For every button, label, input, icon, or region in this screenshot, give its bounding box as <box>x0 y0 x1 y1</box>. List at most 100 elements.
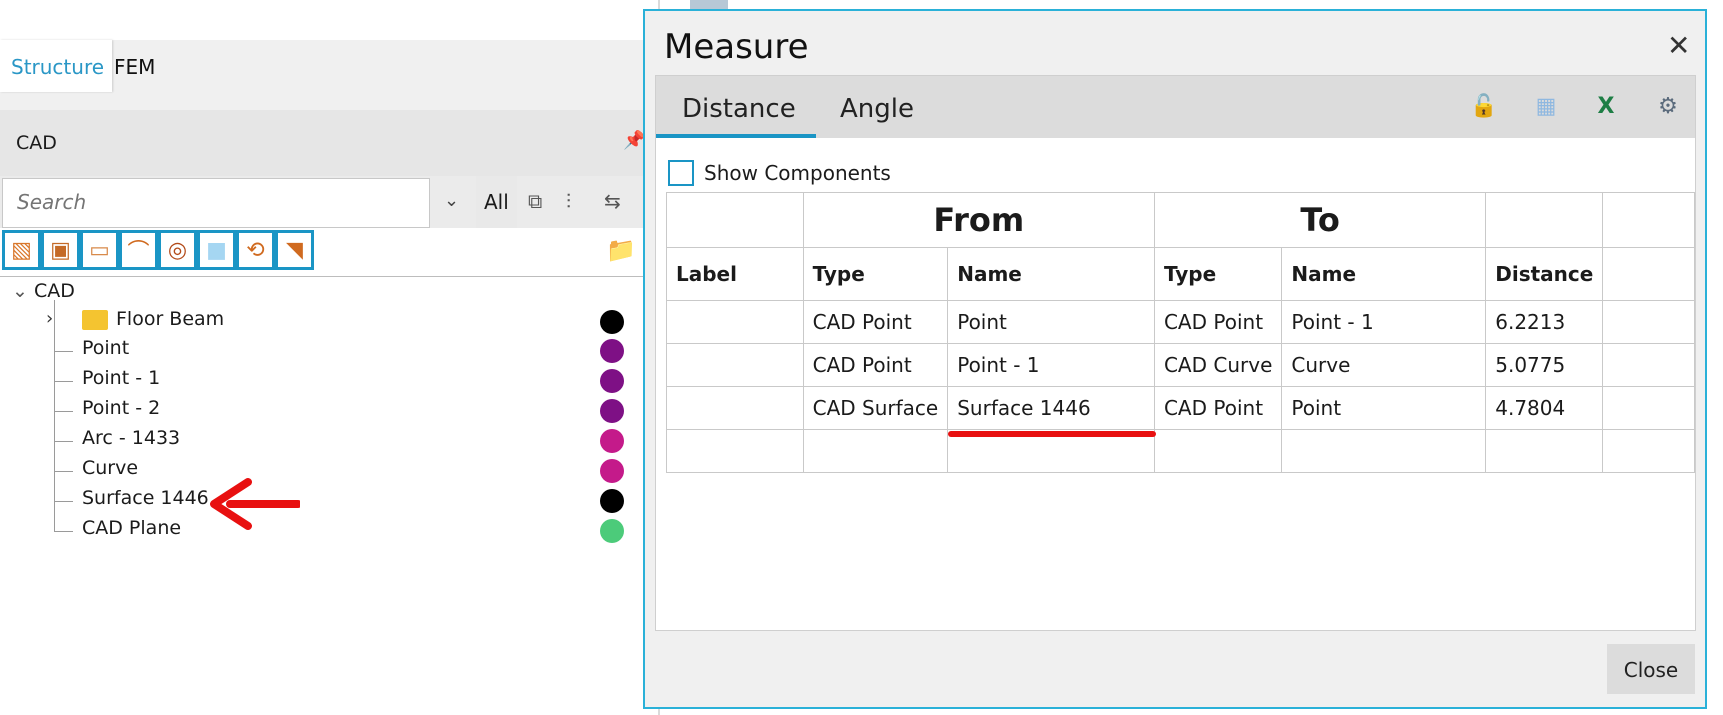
color-swatch[interactable] <box>600 429 624 453</box>
close-button[interactable]: Close <box>1607 644 1695 694</box>
tree-item-curve[interactable]: Curve <box>0 457 650 487</box>
transform-filter-icon[interactable]: ⟲ <box>236 230 275 270</box>
cell-to-type[interactable]: CAD Curve <box>1153 343 1283 387</box>
plane-filter-icon[interactable]: ■ <box>197 230 236 270</box>
collapse-chevron-icon[interactable]: ⌄ <box>12 280 34 302</box>
cell-from-name[interactable]: Point - 1 <box>947 343 1155 387</box>
cell-extra[interactable] <box>1602 429 1695 473</box>
tree-root[interactable]: ⌄ CAD <box>12 280 75 302</box>
col-header-to-type[interactable]: Type <box>1153 247 1283 301</box>
col-header-distance[interactable]: Distance <box>1485 247 1604 301</box>
cell-distance[interactable]: 5.0775 <box>1485 343 1604 387</box>
group-cell-empty <box>1602 192 1695 248</box>
col-header-from-type[interactable]: Type <box>802 247 949 301</box>
cad-type-filter-bar: ▧ ▣ ▭ ⌒ ◎ ■ ⟲ ◥ <box>2 230 314 270</box>
color-swatch[interactable] <box>600 489 624 513</box>
table-row-empty[interactable] <box>666 429 1695 473</box>
show-components-label: Show Components <box>704 161 891 185</box>
tree-item-point-2[interactable]: Point - 2 <box>0 397 650 427</box>
box-filter-icon[interactable]: ▣ <box>41 230 80 270</box>
col-header-from-name[interactable]: Name <box>947 247 1155 301</box>
cell-from-name[interactable]: Point <box>947 300 1155 344</box>
point-filter-icon[interactable]: ◎ <box>158 230 197 270</box>
cell-label[interactable] <box>666 429 804 473</box>
cell-extra[interactable] <box>1602 343 1695 387</box>
chevron-down-icon[interactable]: ⌄ <box>444 190 459 211</box>
collapse-all-icon[interactable]: ⧉ <box>528 189 542 213</box>
cell-from-name[interactable]: Surface 1446 <box>947 386 1155 430</box>
cell-extra[interactable] <box>1602 386 1695 430</box>
swap-arrows-icon[interactable]: ⇆ <box>604 189 621 213</box>
excel-export-icon[interactable]: X <box>1590 90 1622 122</box>
measure-filter-icon[interactable]: ◥ <box>275 230 314 270</box>
cell-to-name[interactable]: Point - 1 <box>1281 300 1487 344</box>
group-cell-empty <box>1485 192 1604 248</box>
gear-icon[interactable]: ⚙ <box>1652 90 1684 122</box>
cell-from-type[interactable] <box>802 429 949 473</box>
cell-distance[interactable]: 6.2213 <box>1485 300 1604 344</box>
surface-filter-icon[interactable]: ▭ <box>80 230 119 270</box>
cell-from-type[interactable]: CAD Surface <box>802 386 949 430</box>
color-swatch[interactable] <box>600 519 624 543</box>
unlock-icon[interactable]: 🔓 <box>1468 90 1500 122</box>
color-swatch[interactable] <box>600 459 624 483</box>
tree-item-floor-beam[interactable]: › Floor Beam <box>0 308 650 338</box>
search-input[interactable] <box>3 179 429 225</box>
expand-chevron-icon[interactable]: › <box>46 308 53 329</box>
tree-item-arc-1433[interactable]: Arc - 1433 <box>0 427 650 457</box>
color-swatch[interactable] <box>600 310 624 334</box>
add-folder-icon[interactable]: 📁 <box>606 236 636 264</box>
col-header-extra <box>1602 247 1695 301</box>
tree-view-icon[interactable]: ⫶ <box>566 189 571 213</box>
cell-label[interactable] <box>666 386 804 430</box>
cell-distance[interactable] <box>1485 429 1604 473</box>
tree-root-label: CAD <box>34 280 75 302</box>
cell-to-name[interactable] <box>1281 429 1487 473</box>
tab-structure[interactable]: Structure <box>0 40 112 92</box>
cell-to-name[interactable]: Curve <box>1281 343 1487 387</box>
close-icon[interactable]: ✕ <box>1667 29 1690 62</box>
tree-item-cad-plane[interactable]: CAD Plane <box>0 517 650 547</box>
color-swatch[interactable] <box>600 339 624 363</box>
solid-filter-icon[interactable]: ▧ <box>2 230 41 270</box>
tree-item-label: Arc - 1433 <box>82 427 181 449</box>
cell-from-type[interactable]: CAD Point <box>802 300 949 344</box>
cell-label[interactable] <box>666 343 804 387</box>
clear-table-icon[interactable]: ▦ <box>1530 90 1562 122</box>
tab-fem[interactable]: FEM <box>114 40 155 92</box>
show-components-checkbox[interactable] <box>668 160 694 186</box>
tree-item-point[interactable]: Point <box>0 337 650 367</box>
col-header-to-name[interactable]: Name <box>1281 247 1487 301</box>
filter-all-button[interactable]: All <box>476 176 517 228</box>
cell-distance[interactable]: 4.7804 <box>1485 386 1604 430</box>
table-row[interactable]: CAD Point Point CAD Point Point - 1 6.22… <box>666 300 1695 344</box>
tree-item-point-1[interactable]: Point - 1 <box>0 367 650 397</box>
tree-item-label: Point - 1 <box>82 367 161 389</box>
color-swatch[interactable] <box>600 369 624 393</box>
cell-to-name[interactable]: Point <box>1281 386 1487 430</box>
show-components-option[interactable]: Show Components <box>668 160 891 186</box>
cell-from-type[interactable]: CAD Point <box>802 343 949 387</box>
curve-filter-icon[interactable]: ⌒ <box>119 230 158 270</box>
tree-separator <box>0 276 650 277</box>
cell-to-type[interactable] <box>1153 429 1283 473</box>
search-box[interactable] <box>2 178 430 228</box>
group-from: From <box>802 192 1155 248</box>
tree-item-surface-1446[interactable]: Surface 1446 <box>0 487 650 517</box>
table-row[interactable]: CAD Point Point - 1 CAD Curve Curve 5.07… <box>666 343 1695 387</box>
color-swatch[interactable] <box>600 399 624 423</box>
col-header-label[interactable]: Label <box>666 247 804 301</box>
cell-extra[interactable] <box>1602 300 1695 344</box>
cell-to-type[interactable]: CAD Point <box>1153 386 1283 430</box>
tab-distance[interactable]: Distance <box>682 94 796 124</box>
tab-angle[interactable]: Angle <box>840 94 914 124</box>
tree-item-label: Point <box>82 337 130 359</box>
active-tab-indicator <box>656 134 816 138</box>
tree-item-label: Surface 1446 <box>82 487 209 509</box>
cell-to-type[interactable]: CAD Point <box>1153 300 1283 344</box>
cell-label[interactable] <box>666 300 804 344</box>
dialog-title: Measure <box>664 27 809 67</box>
table-row[interactable]: CAD Surface Surface 1446 CAD Point Point… <box>666 386 1695 430</box>
group-to: To <box>1153 192 1487 248</box>
measure-tab-bar: Distance Angle 🔓 ▦ X ⚙ <box>656 76 1695 138</box>
